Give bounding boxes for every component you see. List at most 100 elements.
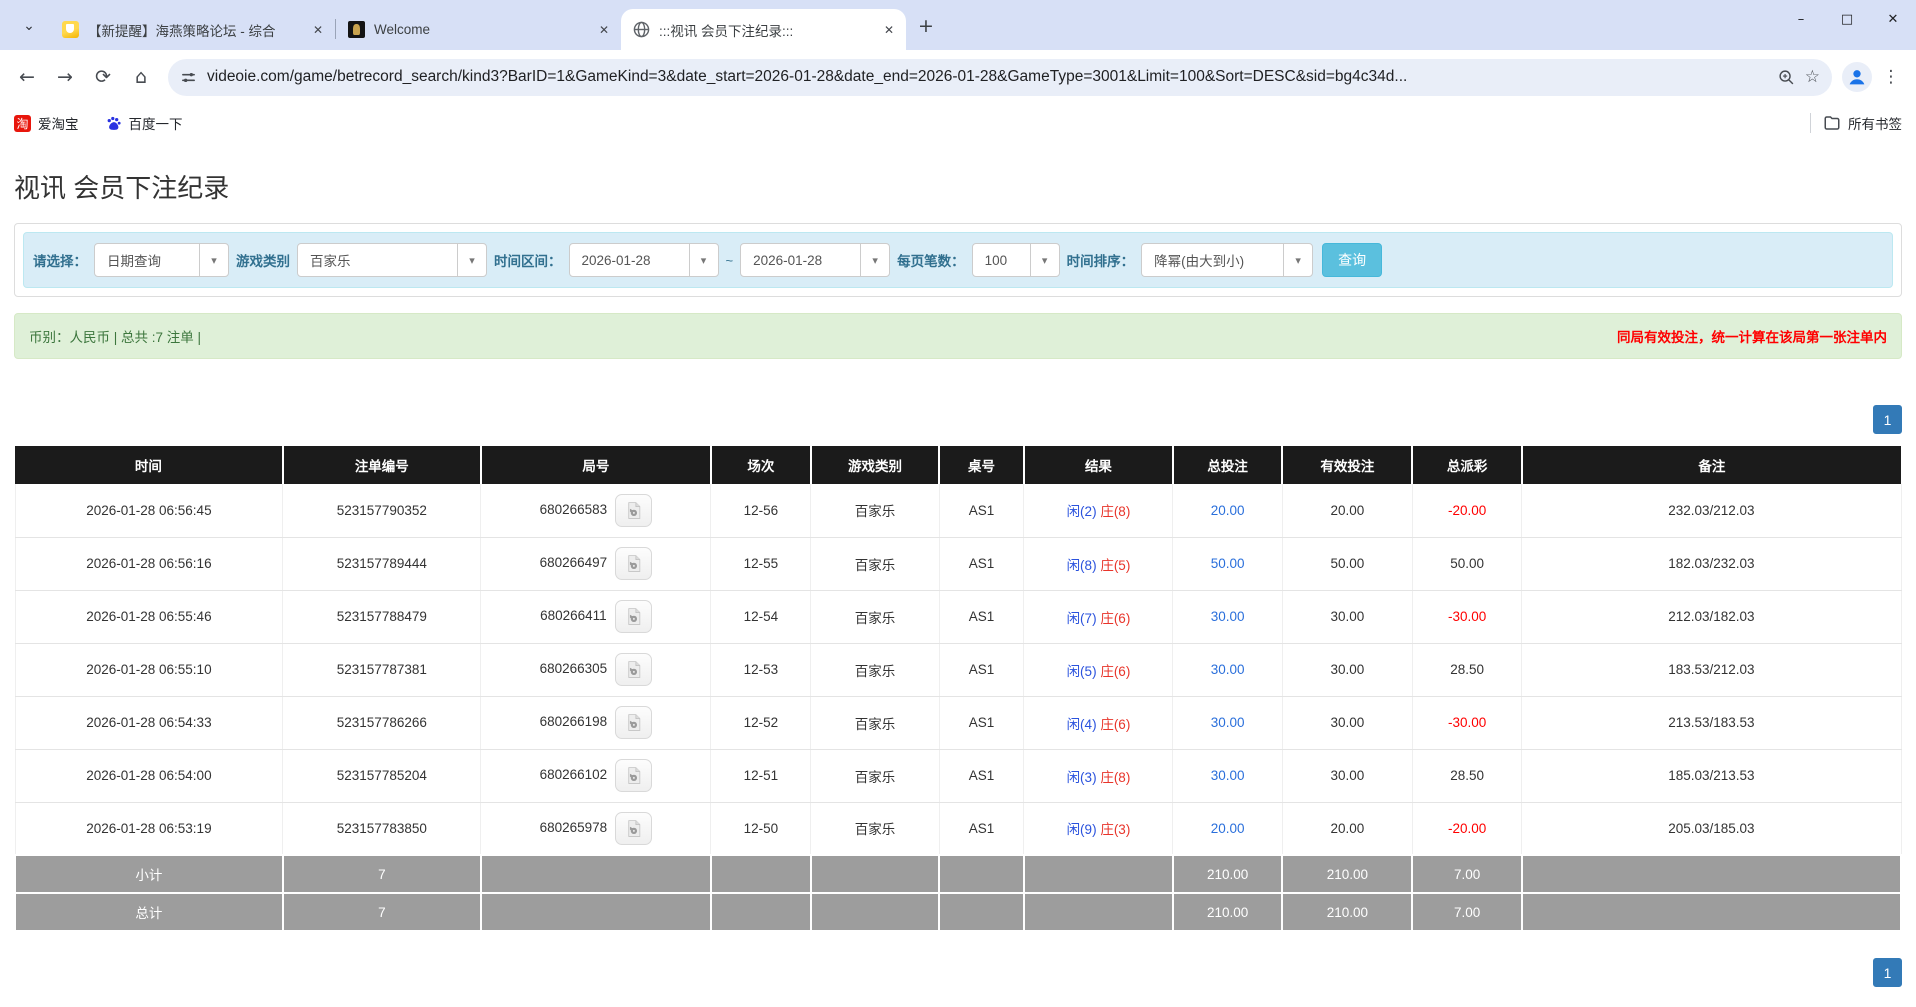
page-size-value: 100 [973, 253, 1020, 268]
cell-valid-bet: 20.00 [1282, 484, 1412, 537]
window-close-button[interactable]: ✕ [1870, 0, 1916, 38]
cell-result: 闲(4) 庄(6) [1024, 696, 1173, 749]
bet-records-table: 时间注单编号局号场次游戏类别桌号结果总投注有效投注总派彩备注 2026-01-2… [14, 446, 1902, 932]
date-start-select[interactable]: 2026-01-28 ▾ [569, 243, 719, 277]
maximize-button[interactable]: □ [1824, 0, 1870, 38]
mode-label: 请选择： [33, 250, 87, 270]
video-replay-button[interactable] [615, 600, 652, 633]
cell-empty [1024, 855, 1173, 893]
video-replay-button[interactable] [615, 759, 652, 792]
tab-bet-records-active[interactable]: :::视讯 会员下注纪录::: ✕ [621, 9, 906, 50]
cell-round-number: 680266583 [481, 484, 711, 537]
globe-icon [633, 21, 650, 38]
table-row: 2026-01-28 06:54:33523157786266680266198… [15, 696, 1901, 749]
total-bet-link[interactable]: 30.00 [1211, 768, 1245, 783]
paw-icon [105, 115, 122, 132]
video-replay-button[interactable] [615, 547, 652, 580]
total-bet-link[interactable]: 30.00 [1211, 662, 1245, 677]
video-replay-button[interactable] [615, 653, 652, 686]
date-end-value: 2026-01-28 [741, 253, 834, 268]
cell-time: 2026-01-28 06:55:46 [15, 590, 283, 643]
kebab-menu-icon[interactable]: ⋮ [1876, 62, 1906, 92]
new-tab-button[interactable]: + [912, 12, 940, 40]
tab-forum[interactable]: 【新提醒】海燕策略论坛 - 综合 ✕ [50, 9, 335, 50]
sort-select[interactable]: 降幂(由大到小) ▾ [1141, 243, 1313, 277]
page-1-button[interactable]: 1 [1873, 405, 1902, 434]
mode-select[interactable]: 日期查询 ▾ [94, 243, 229, 277]
video-file-icon [624, 766, 643, 785]
total-bet-link[interactable]: 20.00 [1211, 821, 1245, 836]
column-header: 结果 [1024, 446, 1173, 484]
cell-time: 2026-01-28 06:54:00 [15, 749, 283, 802]
close-icon[interactable]: ✕ [309, 21, 327, 39]
date-range-label: 时间区间： [494, 250, 562, 270]
bookmark-star-icon[interactable]: ☆ [1805, 67, 1820, 87]
subtotal-row: 小计7210.00210.007.00 [15, 855, 1901, 893]
column-header: 总投注 [1173, 446, 1282, 484]
bookmark-aitaobao[interactable]: 淘 爱淘宝 [14, 113, 79, 133]
cell-result: 闲(3) 庄(8) [1024, 749, 1173, 802]
url-text[interactable]: videoie.com/game/betrecord_search/kind3?… [207, 68, 1768, 86]
round-number: 680266102 [540, 767, 608, 782]
video-replay-button[interactable] [615, 812, 652, 845]
video-replay-button[interactable] [615, 494, 652, 527]
cell-payout: 7.00 [1412, 893, 1521, 931]
close-icon[interactable]: ✕ [880, 21, 898, 39]
cell-time: 2026-01-28 06:54:33 [15, 696, 283, 749]
game-type-select[interactable]: 百家乐 ▾ [297, 243, 487, 277]
cell-total-bet: 50.00 [1173, 537, 1282, 590]
tab-search-button[interactable]: ⌄ [14, 11, 44, 41]
date-range-tilde: ~ [726, 253, 734, 268]
cell-game-type: 百家乐 [811, 484, 939, 537]
table-row: 2026-01-28 06:56:16523157789444680266497… [15, 537, 1901, 590]
total-bet-link[interactable]: 50.00 [1211, 556, 1245, 571]
forward-button[interactable]: → [48, 60, 82, 94]
reload-button[interactable]: ⟳ [86, 60, 120, 94]
cell-total-bet: 20.00 [1173, 484, 1282, 537]
result-banker: 庄(8) [1097, 504, 1131, 519]
cell-note: 212.03/182.03 [1522, 590, 1901, 643]
cell-total-bet: 210.00 [1173, 893, 1282, 931]
column-header: 注单编号 [283, 446, 481, 484]
magnifier-icon[interactable] [1778, 69, 1795, 86]
table-row: 2026-01-28 06:54:00523157785204680266102… [15, 749, 1901, 802]
total-bet-link[interactable]: 20.00 [1211, 503, 1245, 518]
date-end-select[interactable]: 2026-01-28 ▾ [740, 243, 890, 277]
cell-payout: 50.00 [1412, 537, 1521, 590]
cell-game-type: 百家乐 [811, 537, 939, 590]
summary-currency-count: 币别：人民币 | 总共 :7 注单 | [29, 326, 201, 346]
cell-total-bet: 30.00 [1173, 643, 1282, 696]
all-bookmarks-button[interactable]: 所有书签 [1823, 113, 1902, 133]
round-number: 680265978 [540, 820, 608, 835]
tune-icon[interactable] [180, 69, 197, 86]
cell-bet-number: 523157789444 [283, 537, 481, 590]
bookmark-baidu[interactable]: 百度一下 [105, 113, 183, 133]
round-number: 680266411 [540, 608, 607, 623]
home-button[interactable]: ⌂ [124, 60, 158, 94]
cell-count: 7 [283, 855, 481, 893]
tab-welcome[interactable]: Welcome ✕ [336, 9, 621, 50]
address-bar[interactable]: videoie.com/game/betrecord_search/kind3?… [168, 59, 1832, 96]
video-replay-button[interactable] [615, 706, 652, 739]
table-row: 2026-01-28 06:53:19523157783850680265978… [15, 802, 1901, 855]
round-number: 680266583 [540, 502, 608, 517]
back-button[interactable]: ← [10, 60, 44, 94]
profile-avatar[interactable] [1842, 62, 1872, 92]
cell-payout: 28.50 [1412, 643, 1521, 696]
caret-down-icon: ▾ [860, 244, 889, 276]
table-row: 2026-01-28 06:55:46523157788479680266411… [15, 590, 1901, 643]
cell-session: 12-54 [711, 590, 811, 643]
bookmarks-bar: 淘 爱淘宝 百度一下 所有书签 [0, 104, 1916, 142]
cell-session: 12-51 [711, 749, 811, 802]
date-start-value: 2026-01-28 [570, 253, 663, 268]
caret-down-icon: ▾ [199, 244, 228, 276]
cell-empty [939, 855, 1024, 893]
page-size-select[interactable]: 100 ▾ [972, 243, 1060, 277]
total-bet-link[interactable]: 30.00 [1211, 609, 1245, 624]
query-button[interactable]: 查询 [1322, 243, 1382, 277]
cell-total-bet: 30.00 [1173, 696, 1282, 749]
folder-icon [1823, 114, 1841, 132]
minimize-button[interactable]: – [1778, 0, 1824, 38]
total-bet-link[interactable]: 30.00 [1211, 715, 1245, 730]
close-icon[interactable]: ✕ [595, 21, 613, 39]
